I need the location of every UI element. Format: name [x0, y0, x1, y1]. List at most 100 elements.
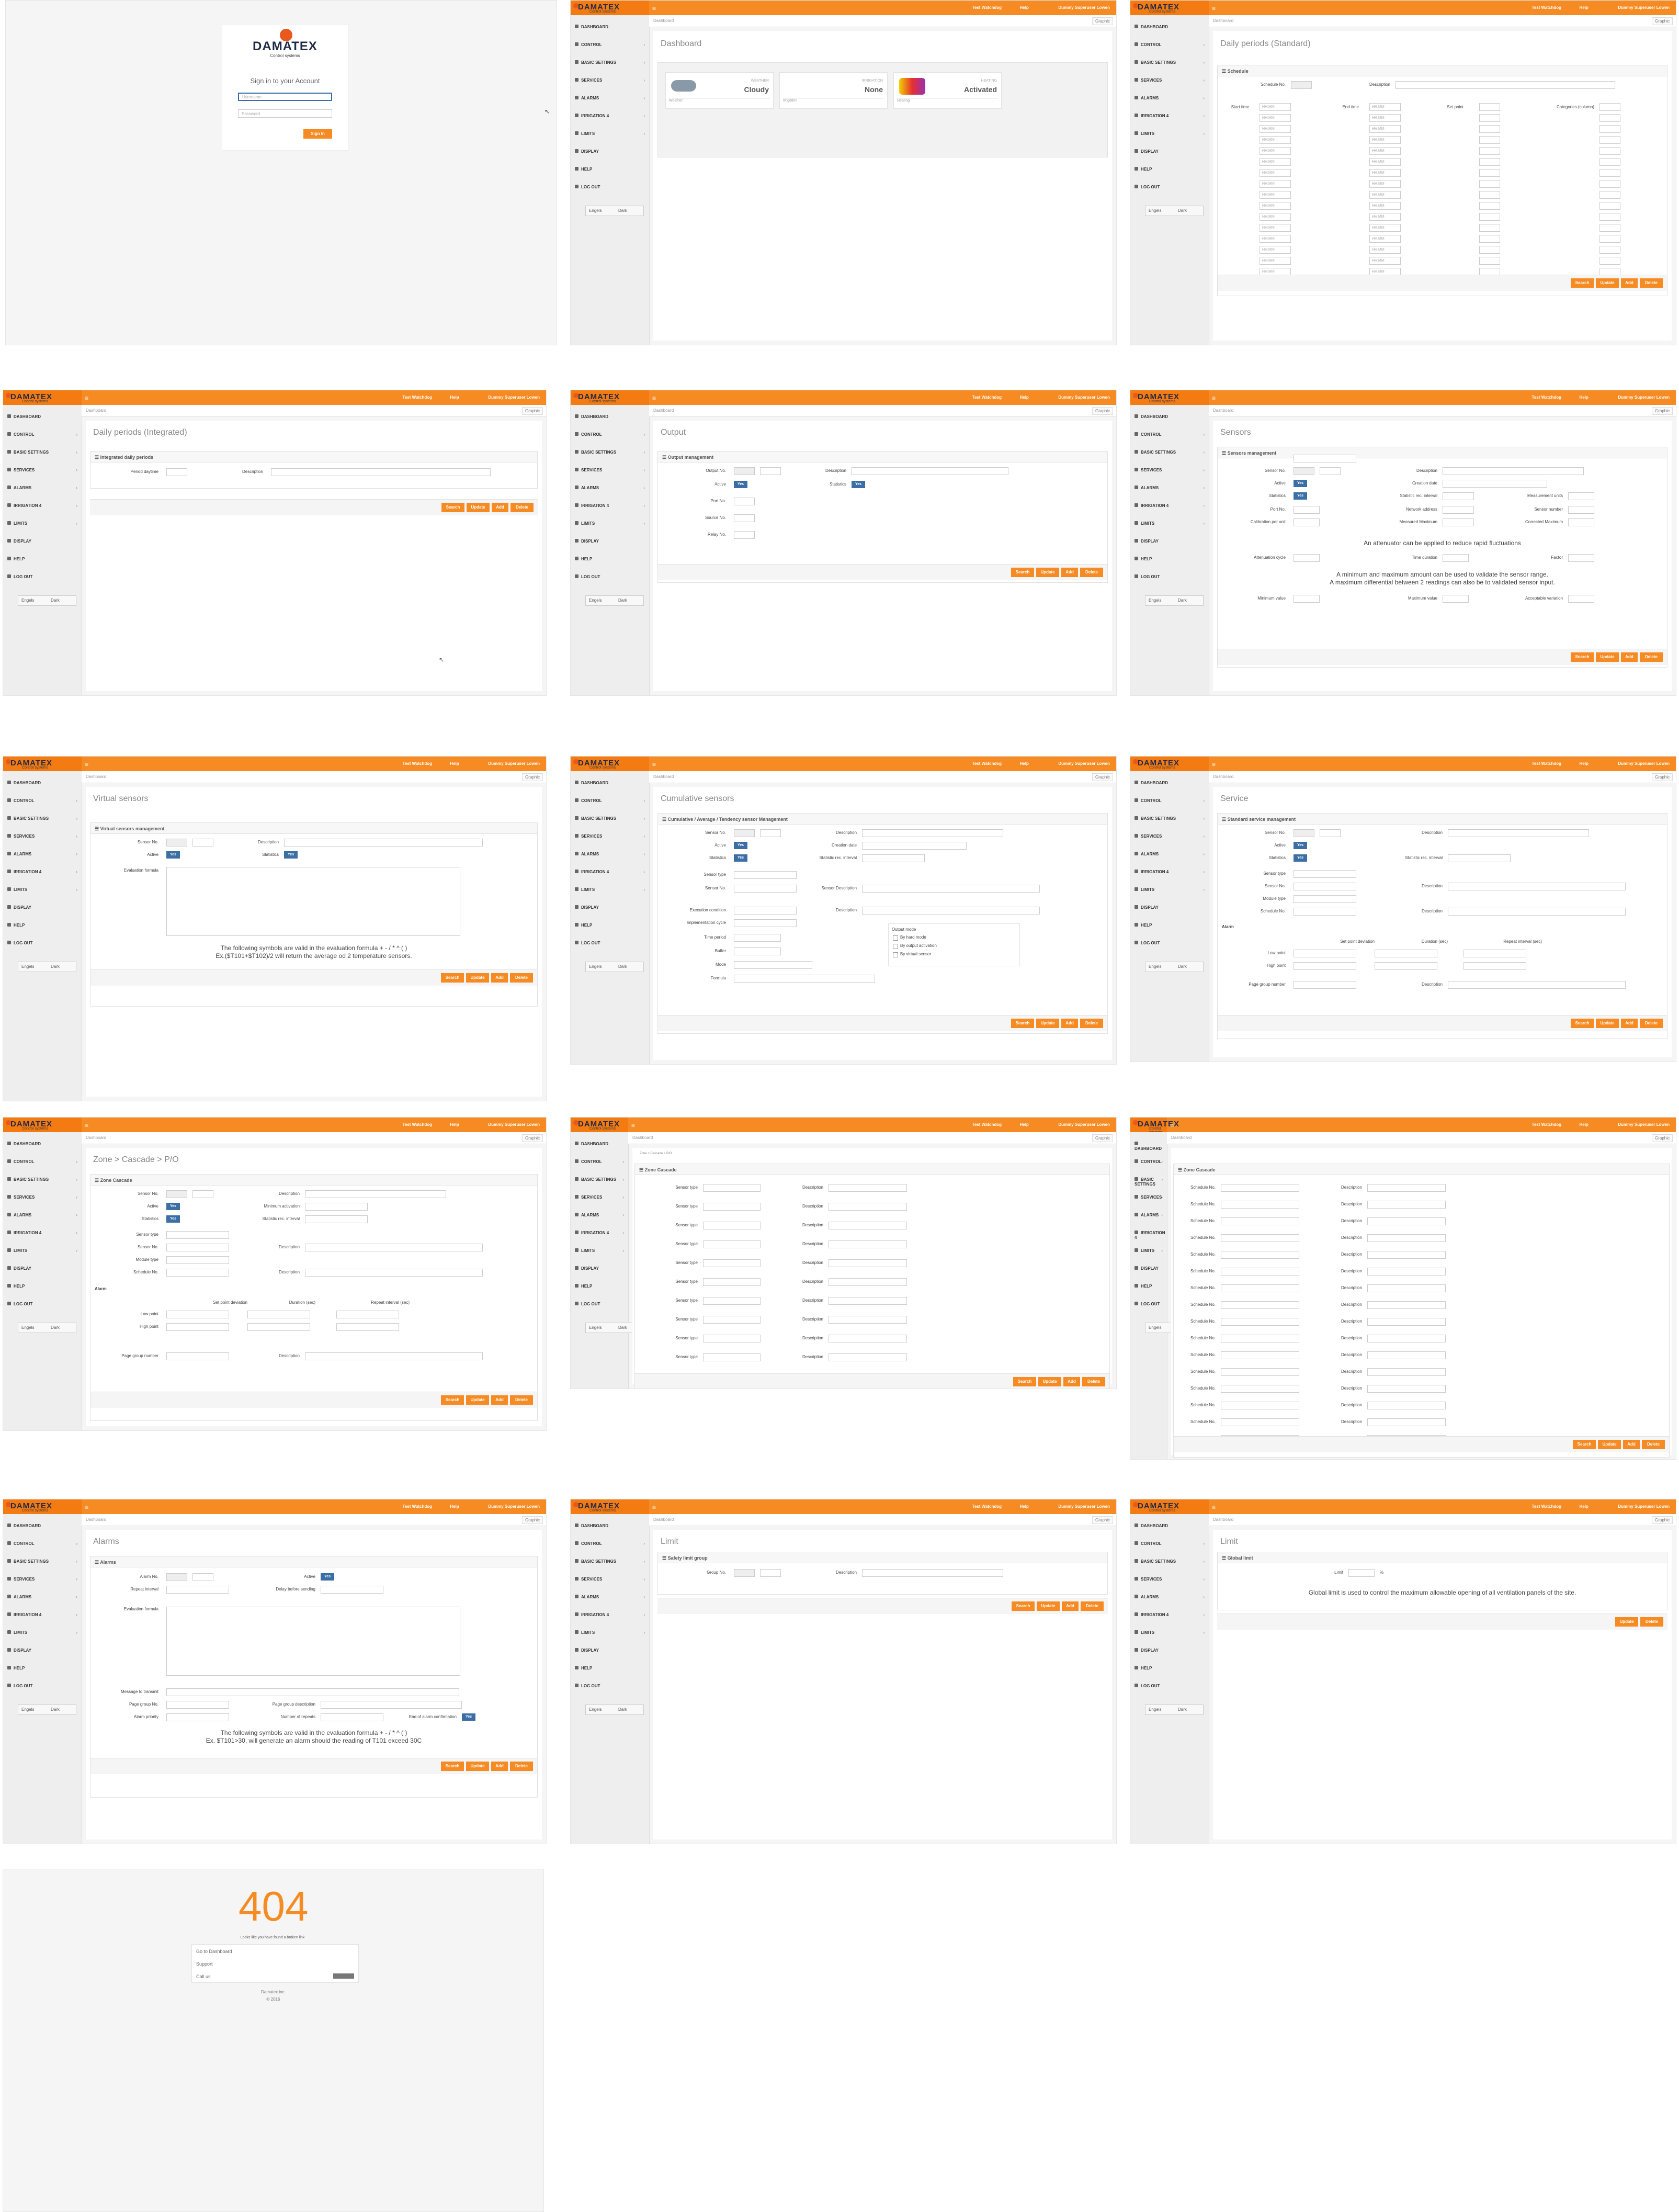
schedule-input[interactable]: [1221, 1335, 1299, 1342]
username-input[interactable]: Username: [238, 93, 332, 101]
breadcrumb[interactable]: Dashboard: [1213, 408, 1233, 413]
sensor-type-select[interactable]: [1294, 870, 1356, 878]
group-code-input[interactable]: [760, 1569, 781, 1577]
sidebar-item-alarms[interactable]: ALARMS: [7, 1595, 31, 1599]
sidebar-item-irrigation-4[interactable]: IRRIGATION 4: [575, 114, 609, 118]
schedule-input[interactable]: [1221, 1368, 1299, 1376]
user-menu[interactable]: Dummy Superuser Lowen: [488, 1122, 540, 1127]
description-input[interactable]: [1367, 1301, 1446, 1309]
update-button[interactable]: Update: [1615, 1617, 1638, 1627]
sidebar-item-dashboard[interactable]: DASHBOARD: [1135, 25, 1168, 29]
add-button[interactable]: Add: [1621, 1019, 1638, 1028]
lang-english[interactable]: Engels: [21, 964, 34, 969]
sidebar-item-display[interactable]: DISPLAY: [1135, 149, 1159, 154]
user-menu[interactable]: Dummy Superuser Lowen: [488, 1504, 540, 1509]
start-time-input[interactable]: HH:MM: [1260, 246, 1291, 254]
breadcrumb[interactable]: Dashboard: [1213, 1517, 1233, 1522]
category-input[interactable]: [1599, 147, 1620, 155]
schedule-input[interactable]: [1221, 1385, 1299, 1393]
help-link[interactable]: Help: [1019, 5, 1028, 10]
sidebar-item-help[interactable]: HELP: [7, 923, 25, 928]
corrected-input[interactable]: [1568, 518, 1594, 526]
sidebar-item-irrigation-4[interactable]: IRRIGATION 4: [7, 1231, 41, 1235]
category-input[interactable]: [1599, 246, 1620, 254]
sensor-type-select[interactable]: [703, 1259, 761, 1267]
search-button[interactable]: Search: [1011, 568, 1034, 577]
menu-toggle-icon[interactable]: ≡: [85, 394, 88, 402]
end-time-input[interactable]: HH:MM: [1369, 213, 1401, 221]
breadcrumb[interactable]: Dashboard: [632, 1135, 653, 1140]
sidebar-item-help[interactable]: HELP: [575, 1666, 592, 1671]
message-input[interactable]: [166, 1688, 459, 1696]
search-button[interactable]: Search: [1571, 652, 1594, 662]
sidebar-item-display[interactable]: DISPLAY: [575, 1648, 599, 1653]
sidebar-item-alarms[interactable]: ALARMS: [1135, 852, 1159, 856]
start-time-input[interactable]: HH:MM: [1260, 169, 1291, 177]
lang-english[interactable]: Engels: [589, 208, 602, 213]
acceptable-input[interactable]: [1568, 595, 1594, 603]
start-time-input[interactable]: HH:MM: [1260, 224, 1291, 232]
sidebar-item-irrigation-4[interactable]: IRRIGATION 4: [1135, 503, 1169, 508]
schedule-input[interactable]: [1221, 1268, 1299, 1276]
user-menu[interactable]: Dummy Superuser Lowen: [1058, 761, 1110, 766]
start-time-input[interactable]: HH:MM: [1260, 191, 1291, 199]
description-input[interactable]: [1367, 1368, 1446, 1376]
sidebar-item-control[interactable]: CONTROL: [1135, 1159, 1162, 1164]
desc2-input[interactable]: [305, 1244, 483, 1251]
sidebar-item-help[interactable]: HELP: [575, 167, 592, 172]
sidebar-item-control[interactable]: CONTROL: [1135, 42, 1162, 47]
set-point-input[interactable]: [1479, 158, 1500, 166]
sidebar-item-irrigation-4[interactable]: IRRIGATION 4: [575, 503, 609, 508]
search-button[interactable]: Search: [1571, 278, 1594, 288]
factor-select[interactable]: [1568, 554, 1594, 562]
sidebar-item-limits[interactable]: LIMITS: [1135, 1630, 1154, 1635]
description-input[interactable]: [829, 1353, 907, 1361]
relay-input[interactable]: [734, 531, 755, 539]
search-button[interactable]: Search: [1011, 1019, 1034, 1028]
high-duration-input[interactable]: [1375, 962, 1437, 970]
description-input[interactable]: [829, 1259, 907, 1267]
start-time-input[interactable]: HH:MM: [1260, 114, 1291, 122]
description-input[interactable]: [1367, 1201, 1446, 1209]
sidebar-item-display[interactable]: DISPLAY: [1135, 1648, 1159, 1653]
add-button[interactable]: Add: [1062, 1601, 1079, 1611]
set-point-input[interactable]: [1479, 114, 1500, 122]
sensor-type-select[interactable]: [703, 1184, 761, 1192]
sidebar-item-alarms[interactable]: ALARMS: [7, 486, 31, 490]
sidebar-item-control[interactable]: CONTROL: [7, 432, 35, 437]
sidebar-item-services[interactable]: SERVICES: [7, 1577, 35, 1582]
low-duration-input[interactable]: [1375, 950, 1437, 957]
sidebar-item-log-out[interactable]: LOG OUT: [575, 574, 600, 579]
menu-toggle-icon[interactable]: ≡: [85, 1504, 88, 1511]
description-input[interactable]: [829, 1240, 907, 1248]
lang-dutch[interactable]: Dark: [1178, 964, 1187, 969]
status-card[interactable]: HEATING Activated Heating: [893, 72, 1002, 109]
schedule-input[interactable]: [1221, 1234, 1299, 1242]
language-switch[interactable]: Engels Dark: [1145, 206, 1204, 216]
sidebar-item-limits[interactable]: LIMITS: [7, 521, 27, 526]
support-link[interactable]: Support: [196, 1961, 213, 1967]
graphic-button[interactable]: Graphic: [1092, 407, 1113, 415]
lang-english[interactable]: Engels: [21, 1325, 34, 1330]
user-menu[interactable]: Dummy Superuser Lowen: [1618, 5, 1670, 10]
module-type-select[interactable]: [1294, 895, 1356, 903]
breadcrumb[interactable]: Dashboard: [1171, 1135, 1192, 1140]
output-code-input[interactable]: [760, 467, 781, 475]
delete-button[interactable]: Delete: [1082, 1377, 1105, 1386]
sidebar-item-basic-settings[interactable]: BASIC SETTINGS: [575, 1559, 616, 1564]
sidebar-item-control[interactable]: CONTROL: [7, 1541, 35, 1546]
min-value-input[interactable]: [1294, 595, 1320, 603]
description-input[interactable]: [829, 1184, 907, 1192]
schedule-input[interactable]: [1221, 1418, 1299, 1426]
user-menu[interactable]: Dummy Superuser Lowen: [1618, 395, 1670, 400]
priority-input[interactable]: [166, 1713, 229, 1721]
time-period-input[interactable]: [734, 934, 781, 942]
statistics-toggle[interactable]: Yes: [734, 854, 747, 862]
delete-button[interactable]: Delete: [510, 973, 533, 983]
user-menu[interactable]: Dummy Superuser Lowen: [488, 395, 540, 400]
end-time-input[interactable]: HH:MM: [1369, 114, 1401, 122]
help-link[interactable]: Help: [450, 1122, 459, 1127]
sidebar-item-control[interactable]: CONTROL: [575, 432, 602, 437]
sidebar-item-display[interactable]: DISPLAY: [1135, 1266, 1159, 1271]
sensor-no-input[interactable]: [166, 839, 187, 847]
